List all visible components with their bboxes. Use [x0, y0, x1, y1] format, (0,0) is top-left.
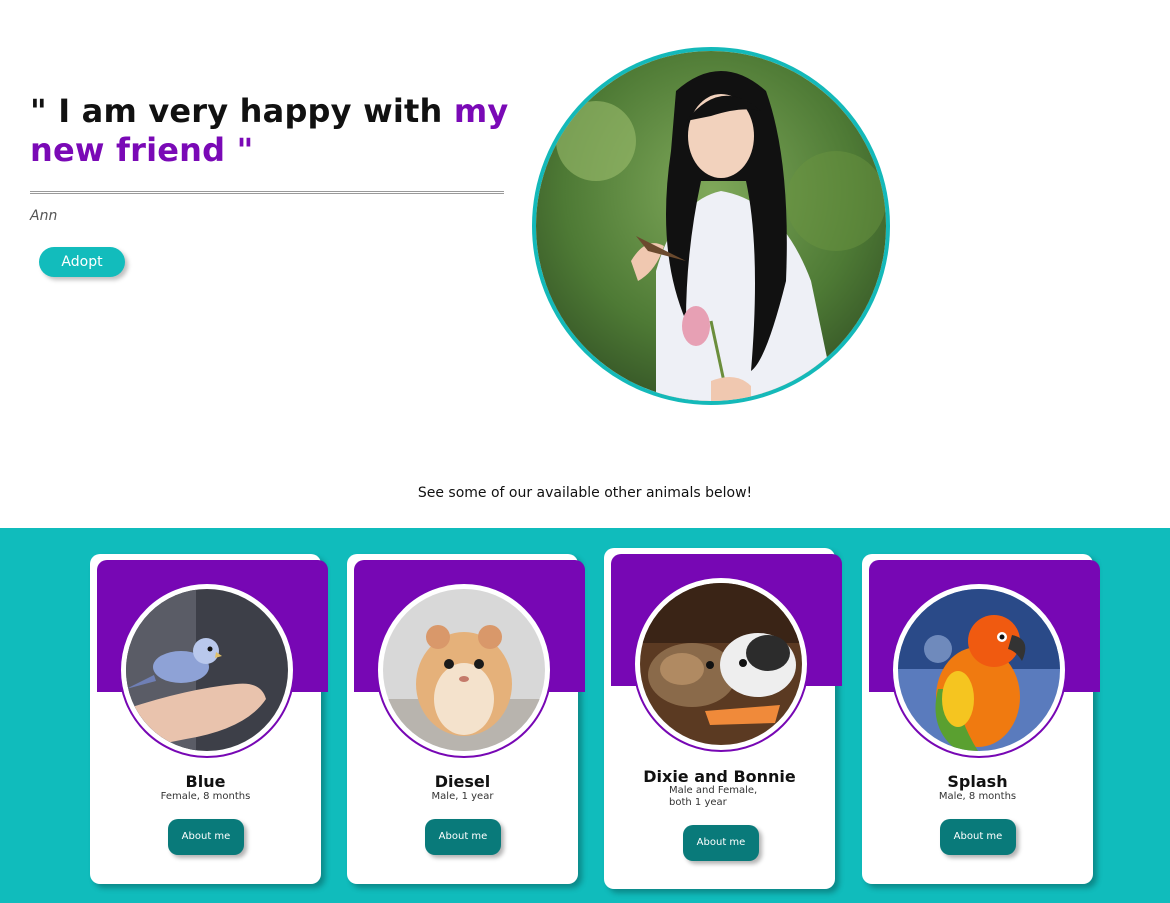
about-me-button[interactable]: About me — [425, 819, 501, 855]
animal-card-dixie-and-bonnie: Dixie and Bonnie Male and Female, both 1… — [604, 548, 842, 889]
animal-description: Male and Female, both 1 year — [669, 785, 758, 808]
about-me-button[interactable]: About me — [168, 819, 244, 855]
parrot-image — [898, 589, 1060, 751]
animal-photo — [119, 582, 295, 758]
animal-photo — [891, 582, 1067, 758]
testimonial-photo — [532, 47, 890, 405]
animal-name: Diesel — [434, 772, 491, 791]
quote-author: Ann — [30, 208, 58, 224]
about-me-button[interactable]: About me — [940, 819, 1016, 855]
animal-card-blue: Blue Female, 8 months About me — [90, 554, 328, 884]
animal-name: Dixie and Bonnie — [643, 767, 796, 786]
quote-text: " I am very happy with — [30, 92, 454, 130]
adopt-button[interactable]: Adopt — [39, 247, 125, 277]
animals-intro: See some of our available other animals … — [417, 485, 753, 501]
animal-description: Female, 8 months — [160, 791, 251, 802]
animal-description: Male, 8 months — [938, 791, 1017, 802]
hamster-image — [383, 589, 545, 751]
girl-with-butterfly-image — [536, 51, 886, 401]
testimonial-section: " I am very happy with my new friend " A… — [0, 0, 1170, 528]
testimonial-quote: " I am very happy with my new friend " — [30, 92, 510, 170]
animal-name: Blue — [185, 772, 226, 791]
animal-description: Male, 1 year — [431, 791, 494, 802]
animal-card-splash: Splash Male, 8 months About me — [862, 554, 1100, 884]
parakeet-image — [126, 589, 288, 751]
animal-name: Splash — [947, 772, 1008, 791]
animal-card-diesel: Diesel Male, 1 year About me — [347, 554, 585, 884]
animal-photo — [376, 582, 552, 758]
about-me-button[interactable]: About me — [683, 825, 759, 861]
guinea-pigs-image — [640, 583, 802, 745]
quote-divider — [30, 191, 504, 194]
animal-photo — [633, 576, 809, 752]
